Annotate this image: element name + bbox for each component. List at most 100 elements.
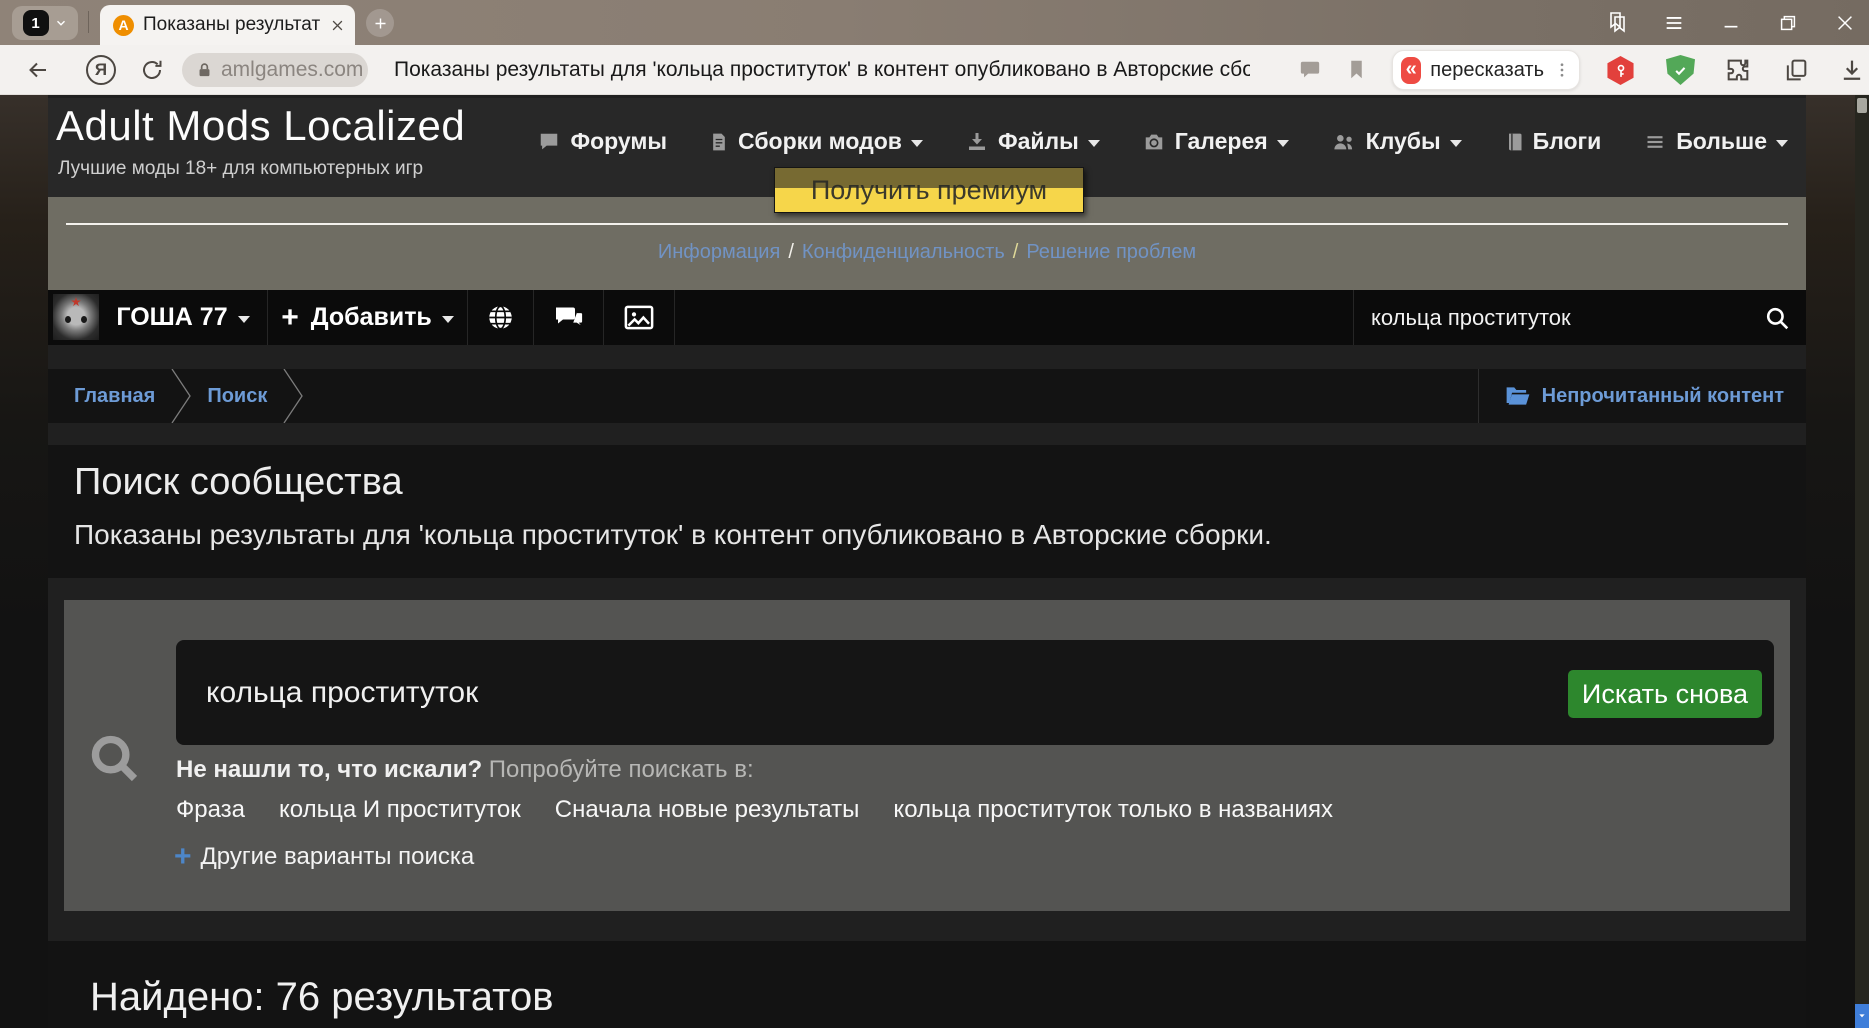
get-premium-button[interactable]: Получить премиум [774, 167, 1084, 213]
unread-content-link[interactable]: Непрочитанный контент [1478, 369, 1806, 423]
nav-label: Сборки модов [738, 128, 902, 155]
option-newest-first[interactable]: Сначала новые результаты [555, 796, 860, 824]
browser-menu-icon[interactable] [1662, 11, 1686, 35]
scroll-down-button[interactable] [1855, 1004, 1869, 1028]
extensions-puzzle-icon[interactable] [1724, 56, 1752, 84]
more-search-options-label: Другие варианты поиска [201, 843, 475, 871]
search-hint-rest: Попробуйте поискать в: [489, 756, 754, 783]
comments-icon[interactable] [1298, 59, 1322, 81]
nav-label: Блоги [1533, 128, 1602, 155]
bookmark-icon[interactable] [1346, 58, 1367, 81]
nav-files[interactable]: Файлы [965, 128, 1100, 155]
url-text: amlgames.com [221, 58, 363, 82]
page-heading: Поиск сообщества [74, 461, 403, 504]
link-information[interactable]: Информация [658, 241, 780, 263]
chevron-right-icon [281, 369, 305, 423]
add-label: Добавить [311, 303, 432, 332]
username: ГОША 77 [116, 303, 227, 332]
refresh-button[interactable] [140, 58, 164, 82]
download-icon [965, 130, 989, 154]
new-tab-button[interactable] [366, 9, 394, 37]
side-panels-icon[interactable] [1605, 11, 1629, 35]
header-search[interactable] [1353, 290, 1806, 345]
caret-down-icon [911, 140, 923, 147]
site-container: Adult Mods Localized Лучшие моды 18+ для… [48, 95, 1806, 1028]
page-subheading: Показаны результаты для 'кольца проститу… [74, 519, 1272, 551]
user-menu[interactable]: ГОША 77 [99, 290, 268, 345]
userbar-spacer [675, 290, 1353, 345]
chevron-down-icon [54, 16, 68, 30]
address-bar: Я amlgames.com Показаны результаты для '… [0, 45, 1869, 95]
avatar[interactable] [53, 294, 99, 340]
downloads-icon[interactable] [1838, 56, 1866, 84]
add-content-button[interactable]: + Добавить [268, 290, 468, 345]
option-titles-only[interactable]: кольца проституток только в названиях [893, 796, 1333, 824]
url-pill[interactable]: amlgames.com [182, 53, 368, 87]
browse-globe-button[interactable] [468, 290, 534, 345]
search-box: Искать снова [176, 640, 1774, 745]
plus-icon: + [174, 842, 192, 872]
site-favicon: A [113, 15, 134, 36]
breadcrumb-search[interactable]: Поиск [207, 385, 267, 408]
more-options-dots-icon[interactable] [1553, 59, 1571, 81]
tab-close-icon[interactable] [330, 18, 345, 33]
menu-bars-icon [1643, 132, 1667, 152]
web-page: Adult Mods Localized Лучшие моды 18+ для… [0, 95, 1855, 1028]
scrollbar-thumb[interactable] [1857, 98, 1867, 113]
people-icon [1331, 131, 1357, 153]
messages-button[interactable] [534, 290, 604, 345]
separator: / [788, 241, 794, 263]
window-restore-button[interactable] [1776, 11, 1800, 35]
caret-down-icon [1450, 140, 1462, 147]
search-icon[interactable] [1764, 305, 1790, 331]
retell-label: пересказать [1430, 59, 1544, 82]
nav-gallery[interactable]: Галерея [1142, 128, 1289, 155]
retell-button[interactable]: « пересказать [1392, 50, 1580, 90]
search-again-button[interactable]: Искать снова [1568, 670, 1762, 718]
plus-icon: + [281, 301, 299, 335]
protect-shield-icon[interactable] [1666, 55, 1695, 85]
page-scrollbar[interactable] [1855, 95, 1869, 1028]
yandex-services-button[interactable]: Я [86, 55, 116, 85]
results-count-heading: Найдено: 76 результатов [90, 975, 554, 1020]
site-title[interactable]: Adult Mods Localized [56, 102, 465, 150]
nav-clubs[interactable]: Клубы [1331, 128, 1462, 155]
more-search-options-link[interactable]: + Другие варианты поиска [174, 842, 474, 872]
search-query-input[interactable] [176, 640, 1476, 745]
tab-group-button[interactable]: 1 [12, 6, 78, 40]
camera-icon [1142, 131, 1166, 153]
nav-mod-collections[interactable]: Сборки модов [709, 128, 923, 155]
nav-label: Клубы [1366, 128, 1441, 155]
nav-label: Форумы [570, 128, 667, 155]
window-close-button[interactable] [1833, 11, 1857, 35]
link-privacy[interactable]: Конфиденциальность [802, 241, 1005, 263]
search-magnifier-icon [89, 733, 141, 785]
nav-forums[interactable]: Форумы [537, 128, 667, 155]
image-icon [624, 305, 654, 330]
gallery-button[interactable] [604, 290, 675, 345]
tab-title: Показаны результаты д [143, 14, 321, 36]
header-search-input[interactable] [1354, 305, 1714, 331]
search-results-header-panel: Поиск сообщества Показаны результаты для… [48, 445, 1806, 578]
document-icon [709, 130, 729, 154]
globe-icon [487, 304, 514, 331]
window-minimize-button[interactable] [1719, 11, 1743, 35]
search-hint: Не нашли то, что искали? Попробуйте поис… [176, 756, 754, 784]
option-phrase[interactable]: Фраза [176, 796, 245, 824]
get-premium-label: Получить премиум [811, 175, 1047, 206]
breadcrumb-home[interactable]: Главная [74, 385, 155, 408]
site-tagline: Лучшие моды 18+ для компьютерных игр [58, 158, 423, 180]
address-page-title: Показаны результаты для 'кольца проститу… [394, 45, 1250, 95]
search-options-row: Фраза кольца И проституток Сначала новые… [176, 796, 1333, 824]
chevron-right-icon [169, 369, 193, 423]
nav-blogs[interactable]: Блоги [1504, 128, 1602, 155]
back-button[interactable] [26, 58, 50, 82]
option-and-terms[interactable]: кольца И проституток [279, 796, 521, 824]
link-problem-solving[interactable]: Решение проблем [1026, 241, 1196, 263]
breadcrumb: Главная Поиск Непрочитанный контент [48, 369, 1806, 423]
active-tab[interactable]: A Показаны результаты д [100, 5, 355, 45]
speech-bubble-icon [537, 131, 561, 153]
password-manager-icon[interactable] [1606, 56, 1635, 85]
tab-groups-icon[interactable] [1782, 56, 1810, 84]
nav-more[interactable]: Больше [1643, 128, 1788, 155]
